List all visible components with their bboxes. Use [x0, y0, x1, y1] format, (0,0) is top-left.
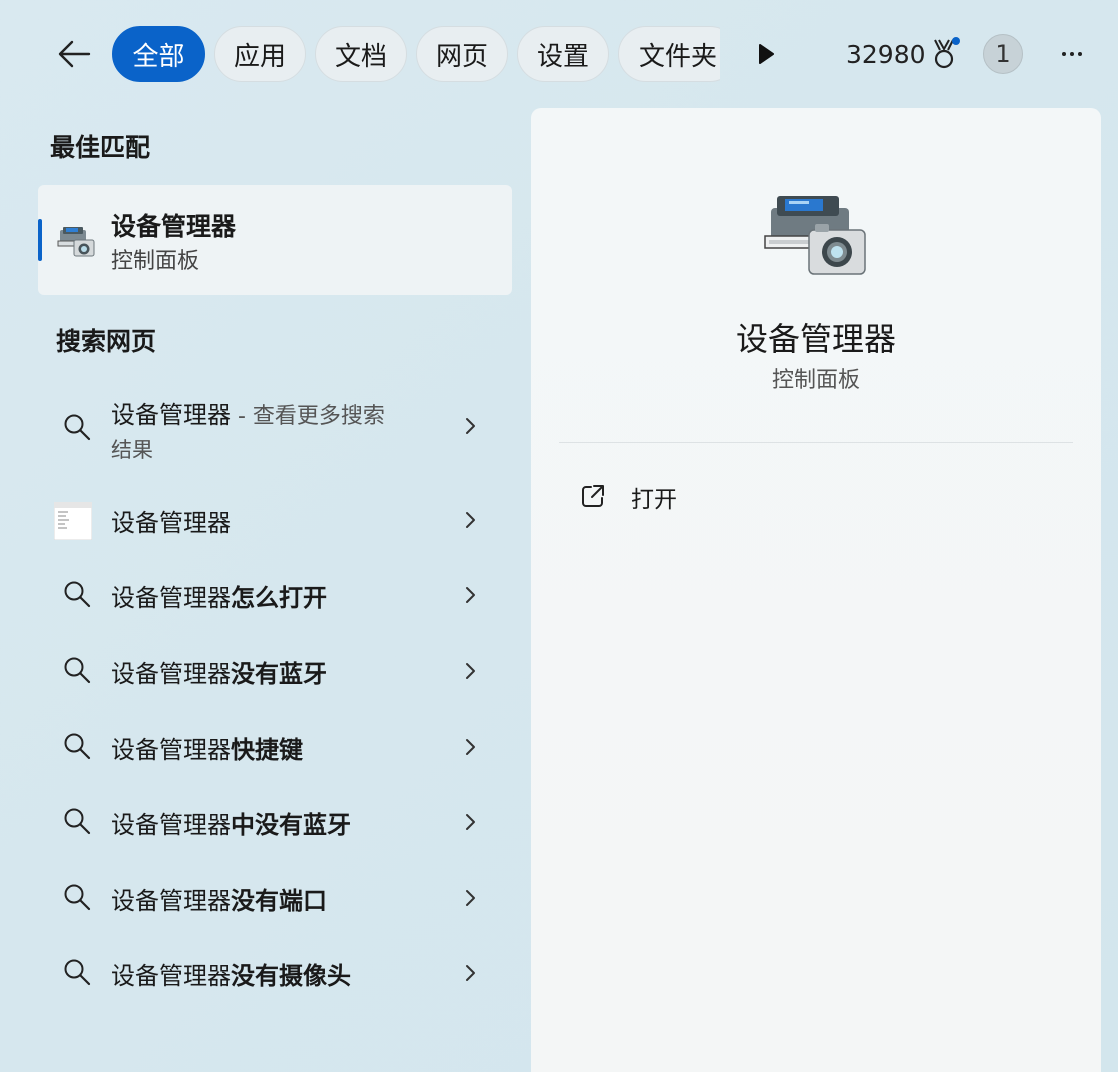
search-icon [64, 884, 91, 911]
web-search-item[interactable]: 设备管理器 [38, 500, 512, 540]
item-prefix: 设备管理器 [111, 887, 231, 915]
result-detail-panel: 设备管理器 控制面板 打开 [531, 108, 1101, 1072]
best-match-heading: 最佳匹配 [50, 133, 151, 162]
filter-tabs: 全部 应用 文档 网页 设置 文件夹 [112, 26, 720, 84]
best-match-result[interactable]: 设备管理器 控制面板 [38, 185, 512, 295]
web-thumbnail [54, 502, 92, 540]
chevron-right-icon [466, 663, 475, 679]
search-icon [64, 414, 91, 441]
item-bold-suffix: 没有蓝牙 [231, 660, 327, 688]
notification-dot [951, 37, 960, 45]
user-avatar-label: 1 [995, 40, 1011, 68]
open-external-icon [582, 485, 604, 507]
selection-indicator [38, 219, 42, 261]
search-filter-bar: 全部 应用 文档 网页 设置 文件夹 32980 1 [0, 0, 1118, 110]
item-bold-suffix: 没有端口 [231, 887, 327, 915]
search-icon [64, 581, 91, 608]
web-search-item[interactable]: 设备管理器没有摄像头 [38, 954, 512, 994]
search-icon [64, 733, 91, 760]
search-icon [64, 959, 91, 986]
item-prefix: 设备管理器 [111, 584, 231, 612]
device-manager-icon [57, 227, 95, 257]
best-match-title: 设备管理器 [111, 212, 237, 241]
scroll-tabs-button[interactable] [748, 36, 784, 72]
item-prefix: 设备管理器 [111, 962, 231, 990]
tab-folders[interactable]: 文件夹 [618, 26, 720, 82]
chevron-right-icon [466, 512, 475, 528]
rewards-points[interactable]: 32980 [846, 30, 960, 78]
item-line2: 结果 [111, 438, 153, 462]
open-action[interactable]: 打开 [579, 478, 879, 514]
item-prefix: 设备管理器 [111, 736, 231, 764]
web-search-item[interactable]: 设备管理器中没有蓝牙 [38, 803, 512, 843]
web-search-heading: 搜索网页 [56, 327, 157, 356]
item-prefix: 设备管理器 [111, 401, 231, 429]
more-dot [1070, 52, 1074, 56]
web-search-item[interactable]: 设备管理器没有蓝牙 [38, 652, 512, 692]
item-bold-suffix: 没有摄像头 [231, 962, 351, 990]
tab-settings[interactable]: 设置 [517, 26, 609, 82]
chevron-right-icon [466, 890, 475, 906]
detail-subtitle: 控制面板 [771, 368, 860, 393]
item-prefix: 设备管理器 [111, 660, 231, 688]
points-value: 32980 [846, 39, 926, 69]
item-prefix: 设备管理器 [111, 509, 231, 537]
device-manager-icon [764, 196, 866, 275]
play-icon [759, 44, 774, 64]
web-search-item[interactable]: 设备管理器怎么打开 [38, 576, 512, 616]
medal-icon [930, 37, 960, 71]
chevron-right-icon [466, 739, 475, 755]
item-suffix: - 查看更多搜索 [231, 404, 385, 429]
item-prefix: 设备管理器 [111, 811, 231, 839]
item-bold-suffix: 怎么打开 [231, 584, 327, 612]
search-icon [64, 808, 91, 835]
tab-web[interactable]: 网页 [416, 26, 508, 82]
web-search-item[interactable]: 设备管理器 - 查看更多搜索 结果 [38, 390, 512, 470]
divider [559, 442, 1073, 443]
chevron-right-icon [466, 587, 475, 603]
web-search-item[interactable]: 设备管理器快捷键 [38, 728, 512, 768]
more-options-button[interactable] [1052, 34, 1092, 74]
chevron-right-icon [466, 418, 475, 434]
tab-apps[interactable]: 应用 [214, 26, 306, 82]
item-bold-suffix: 中没有蓝牙 [231, 811, 351, 839]
item-bold-suffix: 快捷键 [231, 736, 303, 764]
best-match-subtitle: 控制面板 [111, 249, 200, 274]
chevron-right-icon [466, 814, 475, 830]
chevron-right-icon [466, 965, 475, 981]
open-action-label: 打开 [631, 487, 677, 513]
more-dot [1062, 52, 1066, 56]
tab-all[interactable]: 全部 [112, 26, 205, 82]
user-avatar[interactable]: 1 [983, 34, 1023, 74]
web-search-item[interactable]: 设备管理器没有端口 [38, 879, 512, 919]
detail-title: 设备管理器 [735, 320, 896, 358]
back-button[interactable] [50, 30, 98, 78]
search-icon [64, 657, 91, 684]
tab-documents[interactable]: 文档 [315, 26, 407, 82]
back-arrow-icon [58, 40, 91, 68]
more-dot [1078, 52, 1082, 56]
